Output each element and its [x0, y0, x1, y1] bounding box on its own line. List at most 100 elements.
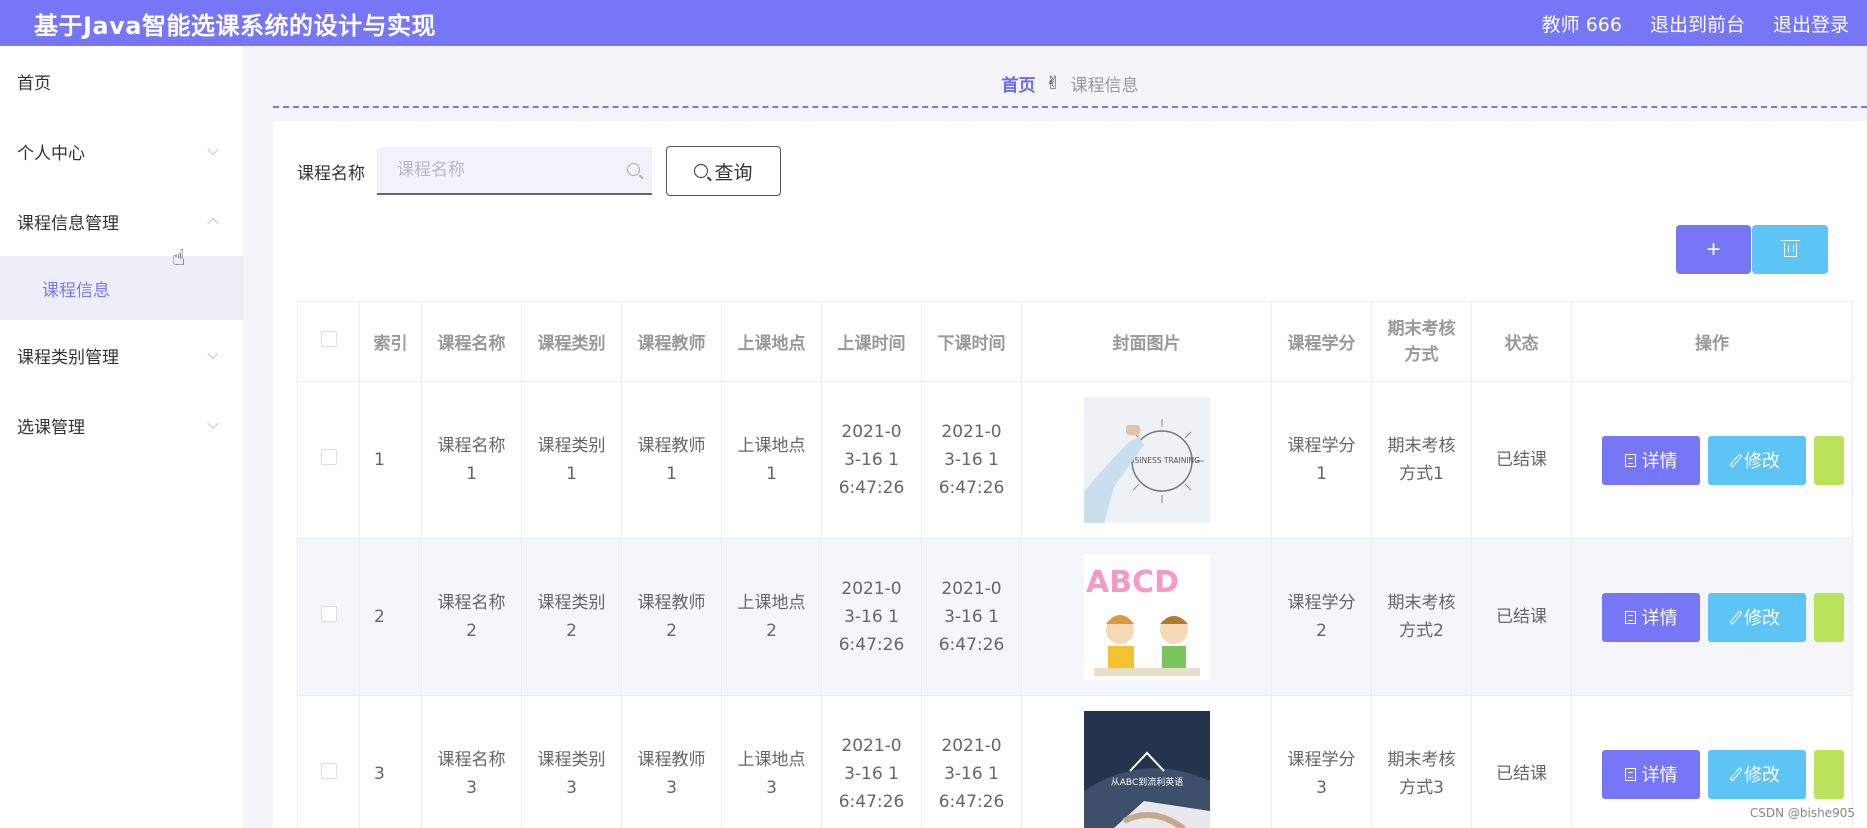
table-row: 3 课程名称3 课程类别3 课程教师3 上课地点3 2021-03-16 16:… — [297, 695, 1853, 828]
chevron-down-icon — [207, 417, 219, 430]
search-icon — [694, 164, 709, 178]
cover-text: ABCD — [1086, 565, 1179, 600]
sidebar-item-personal-center[interactable]: 个人中心 — [0, 116, 243, 186]
column-header: 下课时间 — [921, 301, 1022, 382]
course-table: 索引 课程名称 课程类别 课程教师 上课地点 上课时间 下课时间 封面图片 课程… — [297, 301, 1853, 828]
hand-icon: ✌ — [1045, 72, 1061, 94]
edit-button[interactable]: 修改 — [1708, 435, 1806, 485]
row-checkbox[interactable] — [320, 763, 337, 779]
pencil-icon — [1729, 766, 1743, 782]
column-header: 封面图片 — [1021, 301, 1272, 382]
sidebar-item-label: 选课管理 — [17, 417, 85, 438]
add-button[interactable]: + — [1676, 225, 1751, 274]
sidebar-item-label: 首页 — [17, 73, 51, 94]
column-header: 课程类别 — [521, 301, 622, 382]
top-links: 教师 666 退出到前台 退出登录 — [1542, 10, 1849, 37]
document-icon — [1624, 610, 1636, 624]
cell-teacher: 课程教师1 — [621, 381, 722, 539]
edit-button[interactable]: 修改 — [1708, 592, 1806, 642]
main-panel: 课程名称 查询 + 索引 课程名称 课程类别 课程教师 上课地点 上课时间 — [273, 121, 1867, 828]
sidebar-item-course-category-management[interactable]: 课程类别管理 — [0, 320, 243, 390]
detail-label: 详情 — [1641, 765, 1678, 786]
search-label: 课程名称 — [297, 163, 365, 184]
status-cell: 已结课 — [1471, 381, 1572, 539]
sidebar-item-course-selection-management[interactable]: 选课管理 — [0, 390, 243, 460]
extra-action-button[interactable] — [1814, 749, 1844, 799]
column-header: 索引 — [359, 301, 422, 382]
cover-text: 从ABC到流利英语 — [1110, 776, 1182, 788]
edit-label: 修改 — [1744, 451, 1780, 472]
cell-end-time: 2021-03-16 16:47:26 — [921, 695, 1022, 828]
cover-image: ABCD — [1083, 554, 1210, 680]
detail-button[interactable]: 详情 — [1602, 435, 1700, 485]
column-header: 课程学分 — [1271, 301, 1372, 382]
sidebar-item-label: 课程信息 — [42, 280, 110, 301]
document-icon — [1624, 453, 1636, 467]
detail-button[interactable]: 详情 — [1602, 592, 1700, 642]
cell-name: 课程名称3 — [421, 695, 522, 828]
edit-label: 修改 — [1744, 608, 1780, 629]
search-row: 课程名称 查询 — [297, 146, 781, 196]
hand-cursor-icon: ☝ — [172, 246, 186, 271]
edit-label: 修改 — [1744, 765, 1780, 786]
query-button[interactable]: 查询 — [666, 146, 781, 196]
exit-to-front-link[interactable]: 退出到前台 — [1650, 10, 1745, 37]
delete-button[interactable] — [1752, 225, 1828, 274]
select-all-cell — [297, 301, 360, 382]
row-checkbox[interactable] — [320, 449, 337, 465]
status-cell: 已结课 — [1471, 695, 1572, 828]
extra-action-button[interactable] — [1814, 592, 1844, 642]
chevron-down-icon — [207, 143, 219, 156]
cell-actions: 详情 修改 — [1571, 381, 1853, 539]
row-select-cell — [297, 538, 360, 696]
sidebar: 首页 个人中心 课程信息管理 课程信息 课程类别管理 选课管理 — [0, 46, 243, 828]
row-checkbox[interactable] — [320, 606, 337, 622]
current-user[interactable]: 教师 666 — [1542, 10, 1622, 37]
sidebar-item-home[interactable]: 首页 — [0, 46, 243, 116]
cell-cover: 从ABC到流利英语 — [1021, 695, 1272, 828]
detail-button[interactable]: 详情 — [1602, 749, 1700, 799]
breadcrumb-home[interactable]: 首页 — [1001, 71, 1035, 96]
column-header: 操作 — [1571, 301, 1853, 382]
sidebar-item-label: 课程信息管理 — [17, 213, 119, 234]
cell-teacher: 课程教师3 — [621, 695, 722, 828]
column-header: 课程教师 — [621, 301, 722, 382]
query-button-label: 查询 — [714, 161, 753, 184]
cell-exam: 期末考核方式2 — [1371, 538, 1472, 696]
course-name-search-input[interactable] — [377, 147, 652, 193]
select-all-checkbox[interactable] — [320, 331, 337, 347]
extra-action-button[interactable] — [1814, 435, 1844, 485]
cell-category: 课程类别1 — [521, 381, 622, 539]
logout-link[interactable]: 退出登录 — [1773, 10, 1849, 37]
sidebar-subitem-course-info[interactable]: 课程信息 — [0, 256, 243, 320]
sidebar-item-course-info-management[interactable]: 课程信息管理 — [0, 186, 243, 256]
cell-start-time: 2021-03-16 16:47:26 — [821, 538, 922, 696]
pencil-icon — [1729, 609, 1743, 625]
row-select-cell — [297, 381, 360, 539]
cell-start-time: 2021-03-16 16:47:26 — [821, 381, 922, 539]
cell-teacher: 课程教师2 — [621, 538, 722, 696]
cell-cover: BUSINESS TRAINING — [1021, 381, 1272, 539]
cell-credit: 课程学分2 — [1271, 538, 1372, 696]
breadcrumb-current: 课程信息 — [1070, 75, 1139, 96]
column-header: 上课时间 — [821, 301, 922, 382]
table-row: 1 课程名称1 课程类别1 课程教师1 上课地点1 2021-03-16 16:… — [297, 381, 1853, 539]
table-header-row: 索引 课程名称 课程类别 课程教师 上课地点 上课时间 下课时间 封面图片 课程… — [297, 301, 1853, 382]
column-header: 上课地点 — [721, 301, 822, 382]
chevron-up-icon — [207, 217, 219, 230]
cell-start-time: 2021-03-16 16:47:26 — [821, 695, 922, 828]
search-box — [377, 147, 652, 195]
cover-image: BUSINESS TRAINING — [1083, 397, 1210, 523]
column-header: 课程名称 — [421, 301, 522, 382]
column-header: 状态 — [1471, 301, 1572, 382]
document-icon — [1624, 767, 1636, 781]
detail-label: 详情 — [1641, 451, 1678, 472]
breadcrumb: 首页 ✌ 课程信息 — [273, 60, 1867, 108]
table-row: 2 课程名称2 课程类别2 课程教师2 上课地点2 2021-03-16 16:… — [297, 538, 1853, 696]
cell-location: 上课地点3 — [721, 695, 822, 828]
cell-exam: 期末考核方式3 — [1371, 695, 1472, 828]
cell-cover: ABCD — [1021, 538, 1272, 696]
status-cell: 已结课 — [1471, 538, 1572, 696]
edit-button[interactable]: 修改 — [1708, 749, 1806, 799]
sidebar-item-label: 个人中心 — [17, 143, 85, 164]
